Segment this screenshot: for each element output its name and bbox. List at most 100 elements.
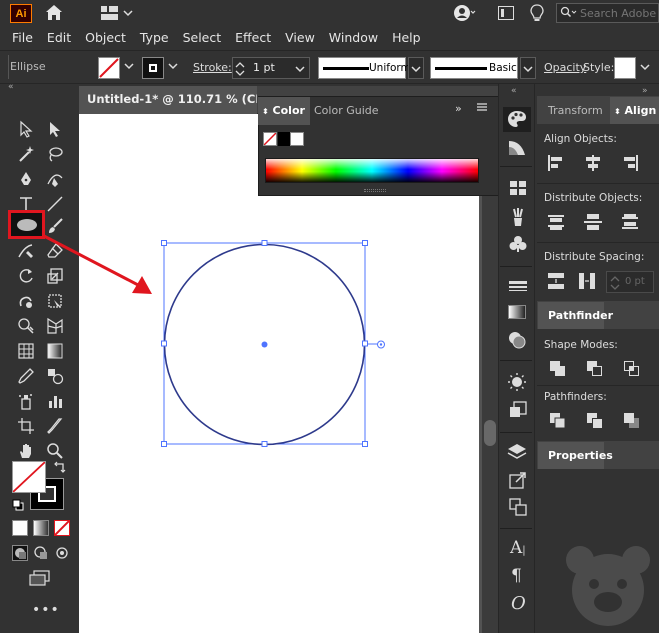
workspace-switcher-icon[interactable]: [100, 4, 136, 22]
eyedropper-tool-icon[interactable]: [15, 365, 37, 387]
tab-color-guide[interactable]: Color Guide: [314, 104, 379, 117]
style-dropdown-icon[interactable]: [640, 61, 650, 75]
color-mode-icon[interactable]: [12, 520, 28, 536]
tab-transform[interactable]: Transform: [548, 104, 603, 117]
none-swatch[interactable]: [263, 132, 277, 146]
bulb-icon[interactable]: [530, 3, 544, 23]
tab-pathfinder[interactable]: Pathfinder: [538, 302, 613, 329]
draw-inside-icon[interactable]: [54, 545, 70, 564]
artboards-icon[interactable]: [508, 497, 528, 520]
vertical-distribute-space-icon[interactable]: [546, 271, 566, 291]
artboard-tool-icon[interactable]: [15, 415, 37, 437]
tab-properties[interactable]: Properties: [538, 442, 613, 469]
panel-menu-icon[interactable]: [476, 101, 488, 116]
warp-tool-icon[interactable]: [15, 290, 37, 312]
fill-color-box[interactable]: [12, 461, 46, 493]
slice-tool-icon[interactable]: [44, 415, 66, 437]
document-tab[interactable]: Untitled-1* @ 110.71 % (CMYK/P: [79, 86, 257, 114]
layers-icon[interactable]: [507, 443, 527, 464]
menu-view[interactable]: View: [278, 30, 322, 45]
search-input[interactable]: [580, 6, 658, 20]
strip-collapse-icon[interactable]: «: [511, 86, 517, 96]
menu-help[interactable]: Help: [385, 30, 428, 45]
trim-icon[interactable]: [585, 411, 605, 431]
stroke-weight-value[interactable]: 1 pt: [253, 61, 275, 74]
none-mode-icon[interactable]: [54, 520, 70, 536]
scrollbar-thumb[interactable]: [484, 420, 496, 446]
stroke-panel-icon[interactable]: [508, 279, 528, 298]
menu-window[interactable]: Window: [322, 30, 385, 45]
white-swatch[interactable]: [290, 132, 304, 146]
align-right-icon[interactable]: [620, 153, 640, 173]
search-box[interactable]: [556, 3, 659, 23]
gradient-tool-icon[interactable]: [44, 340, 66, 362]
collapse-icon[interactable]: «: [8, 82, 14, 92]
pen-tool-icon[interactable]: [15, 168, 37, 190]
menu-type[interactable]: Type: [133, 30, 176, 45]
transparency-icon[interactable]: [507, 330, 527, 353]
paragraph-icon[interactable]: ¶: [511, 566, 522, 586]
stroke-label[interactable]: Stroke:: [193, 61, 232, 74]
swatches-icon[interactable]: [509, 180, 527, 199]
toolbar-collapse-bar[interactable]: «: [0, 82, 79, 96]
menu-object[interactable]: Object: [78, 30, 133, 45]
draw-normal-icon[interactable]: [12, 545, 28, 561]
shaper-tool-icon[interactable]: [15, 240, 37, 262]
dock-collapse-icon[interactable]: »: [642, 86, 648, 96]
align-horizontal-center-icon[interactable]: [583, 153, 603, 173]
shape-builder-tool-icon[interactable]: [15, 315, 37, 337]
distribute-vertical-center-icon[interactable]: [583, 212, 603, 232]
black-swatch[interactable]: [278, 132, 290, 146]
character-icon[interactable]: A|: [510, 538, 526, 558]
default-fill-stroke-icon[interactable]: [12, 499, 24, 514]
mesh-tool-icon[interactable]: [15, 340, 37, 362]
zoom-tool-icon[interactable]: [44, 440, 66, 462]
rotate-tool-icon[interactable]: [15, 265, 37, 287]
spacing-value-field[interactable]: 0 pt: [606, 271, 654, 293]
lasso-tool-icon[interactable]: [44, 143, 66, 165]
minus-front-icon[interactable]: [585, 359, 605, 379]
fill-dropdown-icon[interactable]: [124, 61, 134, 74]
symbols-icon[interactable]: [509, 235, 527, 256]
panel-resize-grip[interactable]: [364, 189, 386, 192]
stroke-swatch[interactable]: [142, 57, 164, 79]
direct-selection-tool-icon[interactable]: [44, 118, 66, 140]
hand-tool-icon[interactable]: [15, 440, 37, 462]
stroke-dropdown-icon[interactable]: [168, 61, 178, 74]
profile-dropdown-icon[interactable]: [408, 57, 424, 79]
unite-icon[interactable]: [548, 359, 568, 379]
fill-swatch[interactable]: [98, 57, 120, 79]
graphic-style-swatch[interactable]: [614, 57, 636, 79]
distribute-top-icon[interactable]: [546, 212, 566, 232]
merge-icon[interactable]: [622, 411, 642, 431]
divide-icon[interactable]: [548, 411, 568, 431]
variable-width-profile[interactable]: Uniform: [318, 57, 411, 79]
asset-export-icon[interactable]: [508, 470, 528, 493]
tab-align[interactable]: ⬍ Align: [610, 97, 659, 124]
menu-edit[interactable]: Edit: [40, 30, 78, 45]
distribute-bottom-icon[interactable]: [620, 212, 640, 232]
appearance-icon[interactable]: [507, 372, 527, 395]
menu-select[interactable]: Select: [176, 30, 229, 45]
column-graph-tool-icon[interactable]: [44, 390, 66, 412]
line-tool-icon[interactable]: [44, 193, 66, 215]
ellipse-tool-icon[interactable]: [11, 213, 42, 236]
curvature-tool-icon[interactable]: [44, 168, 66, 190]
color-spectrum[interactable]: [265, 158, 479, 183]
panel-collapse-icon[interactable]: »: [455, 102, 462, 115]
opacity-label[interactable]: Opacity: [544, 61, 586, 74]
align-left-icon[interactable]: [546, 153, 566, 173]
color-guide-icon[interactable]: [507, 139, 527, 160]
stepper-icon[interactable]: [610, 275, 620, 291]
swap-fill-stroke-icon[interactable]: [53, 460, 67, 477]
home-icon[interactable]: [44, 3, 64, 23]
symbol-sprayer-tool-icon[interactable]: [15, 390, 37, 412]
perspective-grid-tool-icon[interactable]: [44, 315, 66, 337]
stroke-weight-field[interactable]: 1 pt: [232, 57, 310, 79]
horizontal-distribute-space-icon[interactable]: [577, 271, 597, 291]
brush-dropdown-icon[interactable]: [520, 57, 536, 79]
stepper-icon[interactable]: [235, 61, 245, 77]
opentype-icon[interactable]: O: [511, 593, 526, 614]
brush-definition[interactable]: Basic: [430, 57, 518, 79]
graphic-styles-icon[interactable]: [508, 400, 528, 423]
